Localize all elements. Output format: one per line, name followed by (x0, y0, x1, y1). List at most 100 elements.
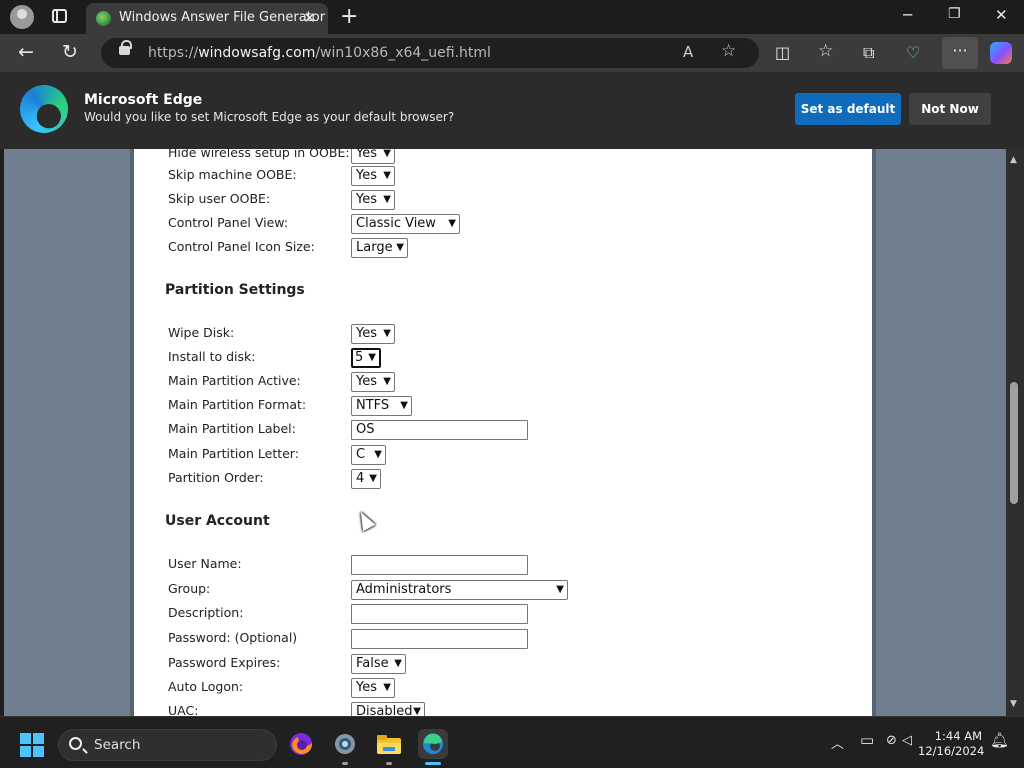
windows-taskbar: Search ︿ ▭ ⊘ ◁ 1:44 AM 12/16/2024 🔔︎ (0, 716, 1024, 768)
form-row-password: Password: (Optional) (168, 629, 808, 649)
url-text[interactable]: https://windowsafg.com/win10x86_x64_uefi… (148, 45, 491, 61)
settings-icon[interactable] (330, 729, 360, 759)
description-input[interactable] (351, 604, 528, 624)
restore-icon[interactable]: ❐ (948, 6, 961, 22)
form-row-install-to-disk: Install to disk: 5 ▼ (168, 348, 808, 368)
edge-active-indicator (425, 762, 441, 765)
taskbar-clock[interactable]: 1:44 AM 12/16/2024 (918, 729, 985, 759)
taskbar-search-label: Search (94, 737, 141, 753)
form-row-group: Group: Administrators ▼ (168, 580, 808, 600)
field-label: Hide wireless setup in OOBE: (168, 149, 350, 160)
field-label: Main Partition Label: (168, 421, 296, 436)
form-row-skip-user-oobe: Skip user OOBE: Yes ▼ (168, 190, 808, 210)
tabs-icon[interactable] (52, 9, 67, 23)
skip-user-oobe-select[interactable]: Yes ▼ (351, 190, 395, 210)
wipe-disk-select[interactable]: Yes ▼ (351, 324, 395, 344)
profile-icon[interactable] (10, 5, 34, 29)
main-partition-active-select[interactable]: Yes ▼ (351, 372, 395, 392)
form-row-user-name: User Name: (168, 555, 808, 575)
field-label: Group: (168, 581, 211, 596)
globe-icon (96, 11, 111, 26)
main-partition-format-select[interactable]: NTFS ▼ (351, 396, 412, 416)
form-row-wipe-disk: Wipe Disk: Yes ▼ (168, 324, 808, 344)
scroll-up-icon[interactable]: ▲ (1010, 155, 1017, 165)
form-row-main-partition-label: Main Partition Label: OS (168, 420, 808, 440)
edge-icon[interactable] (418, 729, 448, 759)
network-icon[interactable]: ⊘ (886, 733, 897, 748)
more-icon[interactable]: ··· (942, 37, 978, 69)
set-as-default-button[interactable]: Set as default (795, 93, 901, 125)
search-icon (69, 737, 82, 750)
close-icon[interactable]: ✕ (303, 9, 316, 27)
field-label: Main Partition Format: (168, 397, 307, 412)
scroll-down-icon[interactable]: ▼ (1010, 699, 1017, 709)
read-aloud-icon[interactable]: A (683, 43, 693, 61)
control-panel-view-select[interactable]: Classic View ▼ (351, 214, 460, 234)
browser-tab[interactable]: Windows Answer File Generator ✕ (86, 3, 328, 34)
split-screen-icon[interactable]: ◫ (775, 43, 790, 62)
refresh-icon[interactable]: ↻ (62, 41, 78, 63)
clock-time: 1:44 AM (934, 729, 982, 743)
file-explorer-icon[interactable] (374, 729, 404, 759)
banner-subtitle: Would you like to set Microsoft Edge as … (84, 110, 455, 124)
bell-icon[interactable]: 🔔︎ (990, 731, 1009, 749)
form-row-auto-logon: Auto Logon: Yes ▼ (168, 678, 808, 698)
scrollbar-thumb[interactable] (1010, 382, 1018, 504)
settings-running-indicator (342, 762, 348, 765)
hide-wireless-select[interactable]: Yes ▼ (351, 149, 395, 164)
field-label: Description: (168, 605, 244, 620)
firefox-icon[interactable] (286, 729, 316, 759)
install-to-disk-select[interactable]: 5 ▼ (351, 348, 381, 368)
field-label: Wipe Disk: (168, 325, 235, 340)
auto-logon-select[interactable]: Yes ▼ (351, 678, 395, 698)
field-label: Password: (Optional) (168, 630, 298, 645)
default-browser-banner: Microsoft Edge Would you like to set Mic… (0, 72, 1024, 149)
copilot-icon[interactable] (990, 42, 1012, 64)
form-row-main-partition-active: Main Partition Active: Yes ▼ (168, 372, 808, 392)
not-now-button[interactable]: Not Now (909, 93, 991, 125)
page-viewport: Hide wireless setup in OOBE: Yes ▼ Skip m… (4, 149, 1006, 716)
pen-icon[interactable]: ▭ (860, 731, 874, 749)
page-scrollbar[interactable]: ▲ ▼ (1006, 149, 1024, 716)
form-row-skip-machine-oobe: Skip machine OOBE: Yes ▼ (168, 166, 808, 186)
main-partition-letter-select[interactable]: C ▼ (351, 445, 386, 465)
form-row-control-panel-view: Control Panel View: Classic View ▼ (168, 214, 808, 234)
chevron-up-icon[interactable]: ︿ (831, 733, 844, 752)
windows-start-icon[interactable] (20, 733, 44, 757)
explorer-running-indicator (386, 762, 392, 765)
favorite-star-icon[interactable]: ☆ (721, 41, 736, 61)
partition-order-select[interactable]: 4 ▼ (351, 469, 381, 489)
field-label: Control Panel Icon Size: (168, 239, 315, 254)
field-label: Skip user OOBE: (168, 191, 271, 206)
clock-date: 12/16/2024 (918, 744, 985, 758)
control-panel-icon-size-select[interactable]: Large ▼ (351, 238, 408, 258)
tab-title: Windows Answer File Generator (119, 10, 326, 25)
plus-icon[interactable]: + (340, 4, 358, 29)
speaker-icon[interactable]: ◁ (902, 733, 912, 748)
address-bar[interactable]: https://windowsafg.com/win10x86_x64_uefi… (101, 38, 759, 68)
favorites-icon[interactable]: ☆ (818, 41, 833, 61)
banner-title: Microsoft Edge (84, 92, 203, 108)
group-select[interactable]: Administrators ▼ (351, 580, 568, 600)
field-label: Auto Logon: (168, 679, 244, 694)
answer-file-form: Hide wireless setup in OOBE: Yes ▼ Skip m… (130, 149, 876, 716)
field-label: Main Partition Active: (168, 373, 301, 388)
field-label: Password Expires: (168, 655, 281, 670)
performance-icon[interactable]: ♡ (906, 43, 920, 62)
uac-select[interactable]: Disabled ▼ (351, 702, 425, 716)
password-input[interactable] (351, 629, 528, 649)
lock-icon[interactable] (119, 40, 132, 55)
taskbar-search[interactable]: Search (58, 729, 277, 761)
back-icon[interactable]: ← (18, 41, 34, 63)
close-window-icon[interactable]: ✕ (995, 6, 1008, 24)
field-label: Install to disk: (168, 349, 256, 364)
field-label: Control Panel View: (168, 215, 289, 230)
user-name-input[interactable] (351, 555, 528, 575)
minimize-icon[interactable]: ─ (903, 6, 912, 24)
form-row-password-expires: Password Expires: False ▼ (168, 654, 808, 674)
password-expires-select[interactable]: False ▼ (351, 654, 406, 674)
edge-logo-icon (20, 85, 68, 133)
collections-icon[interactable]: ⧉ (863, 43, 874, 63)
skip-machine-oobe-select[interactable]: Yes ▼ (351, 166, 395, 186)
main-partition-label-input[interactable]: OS (351, 420, 528, 440)
